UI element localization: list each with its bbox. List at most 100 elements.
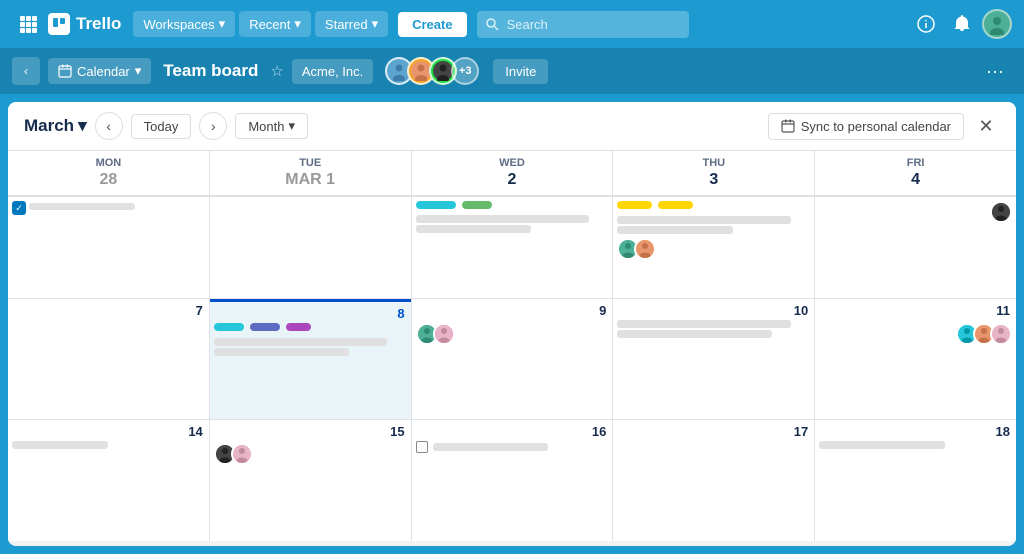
info-button[interactable] [910, 8, 942, 40]
calendar-area: March ▾ ‹ Today › Month ▾ Sync to person… [8, 102, 1016, 546]
card-avatar [231, 443, 253, 465]
card-line [819, 441, 944, 449]
card-line [416, 225, 532, 233]
starred-menu-button[interactable]: Starred ▾ [315, 11, 388, 37]
day-11[interactable]: 11 [815, 299, 1016, 420]
week3-row: 14 15 [8, 420, 1016, 541]
day-15[interactable]: 15 [210, 420, 411, 541]
calendar-icon [58, 64, 72, 78]
trello-logo-icon [48, 13, 70, 35]
collapse-sidebar-button[interactable]: ‹ [12, 57, 40, 85]
chevron-down-icon: ▾ [288, 118, 295, 134]
card-line [214, 338, 388, 346]
header-fri: Fri 4 [815, 151, 1016, 196]
calendar-icon [781, 119, 795, 133]
card-avatar [433, 323, 455, 345]
chevron-icon: ▾ [219, 16, 226, 32]
card-line [433, 443, 549, 451]
board-header: ‹ Calendar ▾ Team board ☆ Acme, Inc. +3 … [0, 48, 1024, 94]
week1-row: ✓ [8, 197, 1016, 298]
day-14[interactable]: 14 [8, 420, 209, 541]
calendar-header-row: Mon 28 Tue Mar 1 Wed 2 Thu 3 Fri 4 [8, 151, 1016, 196]
day-num: 9 [412, 299, 613, 320]
day-9[interactable]: 9 [412, 299, 613, 420]
day-16[interactable]: 16 [412, 420, 613, 541]
calendar-view-button[interactable]: Calendar ▾ [48, 58, 151, 84]
grid-menu-button[interactable] [12, 8, 44, 40]
day-mar1[interactable] [210, 197, 411, 298]
card-line [617, 330, 771, 338]
create-button[interactable]: Create [398, 12, 466, 37]
card-line [416, 215, 590, 223]
chevron-down-icon: ▾ [135, 63, 142, 79]
member-avatars: +3 [385, 57, 479, 85]
day-num-28: 28 [16, 171, 201, 189]
day-8[interactable]: 8 [210, 299, 411, 420]
header-thu: Thu 3 [613, 151, 814, 196]
day-num-2: 2 [420, 171, 605, 189]
next-month-button[interactable]: › [199, 112, 227, 140]
search-wrapper [477, 11, 690, 38]
card-line [617, 320, 791, 328]
day-num-mar1: Mar 1 [218, 171, 403, 189]
checkbox-icon: ✓ [12, 201, 26, 215]
header-wed: Wed 2 [412, 151, 613, 196]
day-num: 8 [210, 302, 411, 323]
month-view-button[interactable]: Month ▾ [235, 113, 308, 139]
board-title: Team board [163, 61, 258, 81]
day-num: 14 [8, 420, 209, 441]
day-2[interactable] [412, 197, 613, 298]
calendar-content: Mon 28 Tue Mar 1 Wed 2 Thu 3 Fri 4 [8, 151, 1016, 541]
chevron-icon: ▾ [372, 16, 379, 32]
invite-button[interactable]: Invite [493, 59, 548, 84]
trello-logo[interactable]: Trello [48, 13, 121, 35]
user-avatar[interactable] [982, 9, 1012, 39]
card-avatar [990, 323, 1012, 345]
header-mon: Mon 28 [8, 151, 209, 196]
today-button[interactable]: Today [131, 114, 192, 139]
day-10[interactable]: 10 [613, 299, 814, 420]
workspaces-menu-button[interactable]: Workspaces ▾ [133, 11, 235, 37]
week2-row: 7 8 9 [8, 299, 1016, 420]
card-line [617, 216, 791, 224]
day-num: 16 [412, 420, 613, 441]
day-7[interactable]: 7 [8, 299, 209, 420]
day-num: 15 [210, 420, 411, 441]
day-num: 7 [8, 299, 209, 320]
calendar-view-label: Calendar [77, 64, 130, 79]
day-18[interactable]: 18 [815, 420, 1016, 541]
card-line [12, 441, 108, 449]
day-num: 17 [613, 420, 814, 441]
day-4[interactable] [815, 197, 1016, 298]
recent-menu-button[interactable]: Recent ▾ [239, 11, 311, 37]
day-num-4: 4 [823, 171, 1008, 189]
workspace-button[interactable]: Acme, Inc. [292, 59, 373, 84]
more-options-button[interactable]: ··· [978, 57, 1012, 86]
header-tue: Tue Mar 1 [210, 151, 411, 196]
members-extra-count[interactable]: +3 [451, 57, 479, 85]
close-calendar-button[interactable]: ✕ [972, 112, 1000, 140]
card-avatar [990, 201, 1012, 223]
notifications-button[interactable] [946, 8, 978, 40]
card-avatar [634, 238, 656, 260]
trello-wordmark: Trello [76, 14, 121, 34]
search-icon [485, 17, 499, 31]
day-num: 10 [613, 299, 814, 320]
calendar-toolbar: March ▾ ‹ Today › Month ▾ Sync to person… [8, 102, 1016, 151]
month-title[interactable]: March ▾ [24, 116, 87, 136]
prev-month-button[interactable]: ‹ [95, 112, 123, 140]
card-line [214, 348, 349, 356]
checkbox-empty [416, 441, 428, 453]
day-17[interactable]: 17 [613, 420, 814, 541]
sync-calendar-button[interactable]: Sync to personal calendar [768, 113, 964, 140]
star-button[interactable]: ☆ [270, 62, 283, 80]
card-line [617, 226, 733, 234]
day-28[interactable]: ✓ [8, 197, 209, 298]
day-num: 18 [815, 420, 1016, 441]
day-3[interactable] [613, 197, 814, 298]
search-input[interactable] [477, 11, 690, 38]
day-num-3: 3 [621, 171, 806, 189]
top-nav: Trello Workspaces ▾ Recent ▾ Starred ▾ C… [0, 0, 1024, 48]
chevron-down-icon: ▾ [78, 116, 87, 136]
card-line [29, 203, 135, 210]
